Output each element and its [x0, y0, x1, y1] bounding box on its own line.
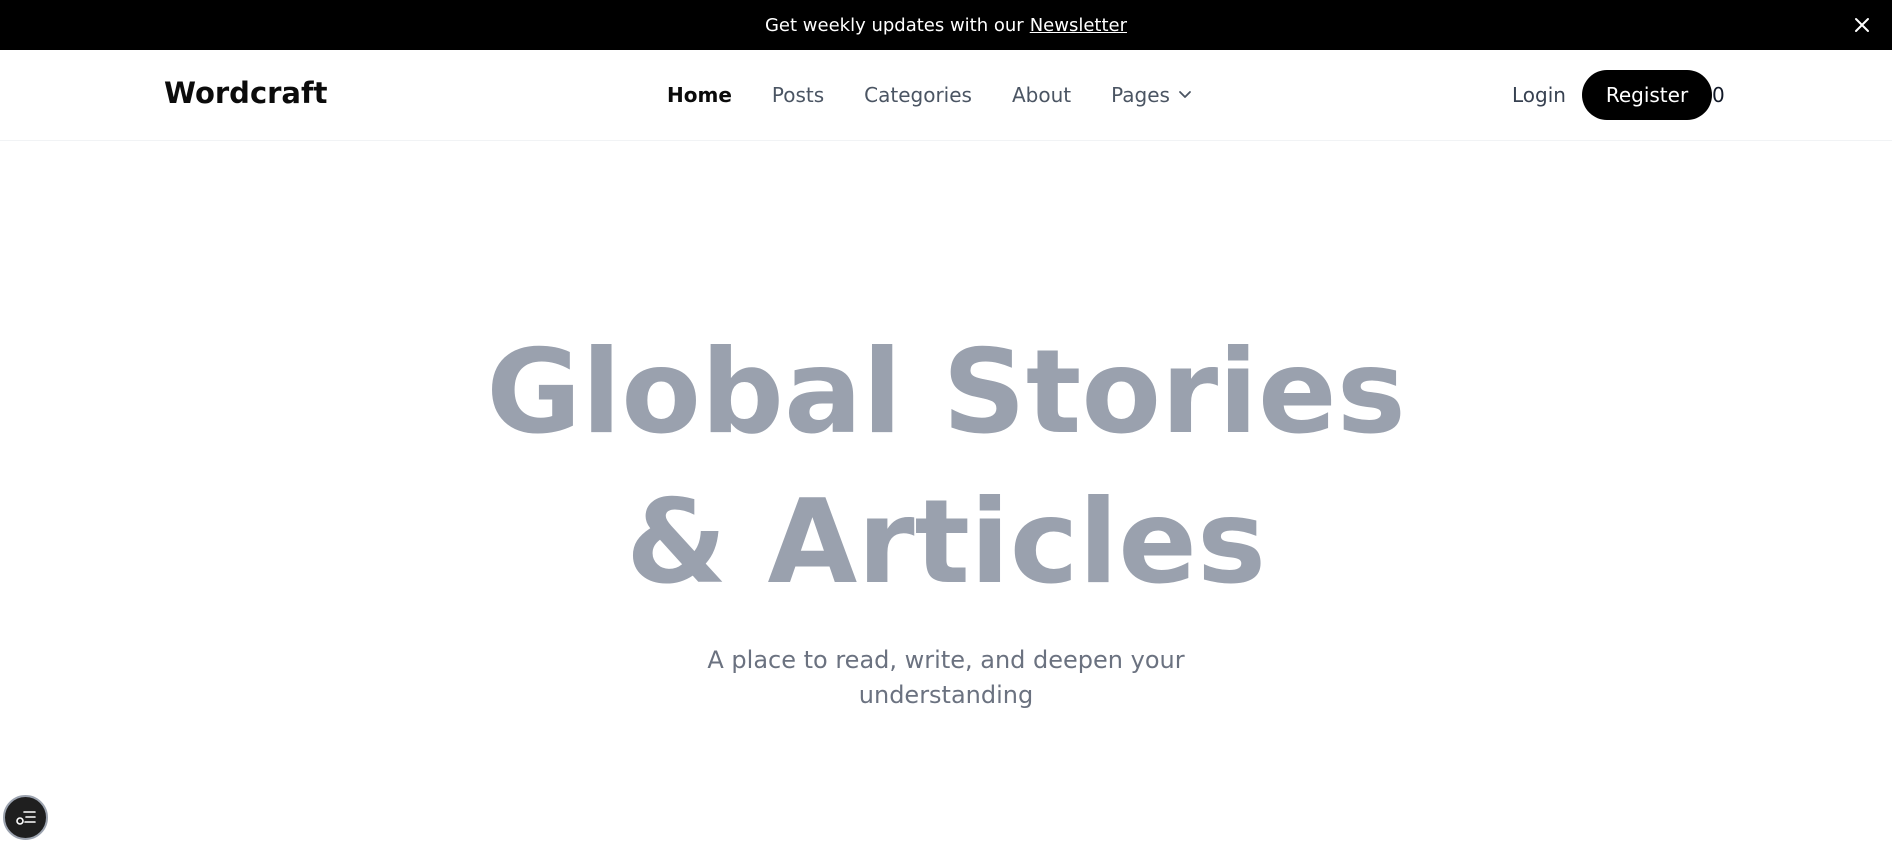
hero-title: Global Stories & Articles	[0, 318, 1892, 618]
nav-link-posts[interactable]: Posts	[772, 83, 824, 107]
announcement-banner: Get weekly updates with our Newsletter	[0, 0, 1892, 50]
hero-subtitle-line-1: A place to read, write, and deepen your	[707, 646, 1185, 674]
close-icon[interactable]	[1850, 13, 1874, 37]
settings-list-icon	[15, 810, 36, 825]
chevron-down-icon	[1179, 91, 1191, 98]
cart-count: 0	[1712, 83, 1725, 107]
main-nav: Home Posts Categories About Pages	[667, 83, 1192, 107]
nav-pages-label: Pages	[1111, 83, 1170, 107]
newsletter-link[interactable]: Newsletter	[1030, 15, 1127, 36]
nav-link-about[interactable]: About	[1012, 83, 1071, 107]
login-link[interactable]: Login	[1512, 83, 1566, 107]
top-navbar: Wordcraft Home Posts Categories About Pa…	[0, 50, 1892, 141]
hero-subtitle: A place to read, write, and deepen your …	[696, 643, 1196, 713]
nav-link-home[interactable]: Home	[667, 83, 732, 107]
hero-title-line-2: & Articles	[626, 475, 1266, 610]
site-logo[interactable]: Wordcraft	[164, 76, 327, 110]
hero-title-line-1: Global Stories	[486, 325, 1406, 460]
settings-fab-button[interactable]	[3, 795, 48, 840]
register-button[interactable]: Register	[1582, 70, 1712, 120]
nav-link-categories[interactable]: Categories	[864, 83, 972, 107]
nav-pages-dropdown[interactable]: Pages	[1111, 83, 1192, 107]
banner-text: Get weekly updates with our	[764, 14, 1024, 36]
hero-subtitle-line-2: understanding	[858, 681, 1034, 709]
